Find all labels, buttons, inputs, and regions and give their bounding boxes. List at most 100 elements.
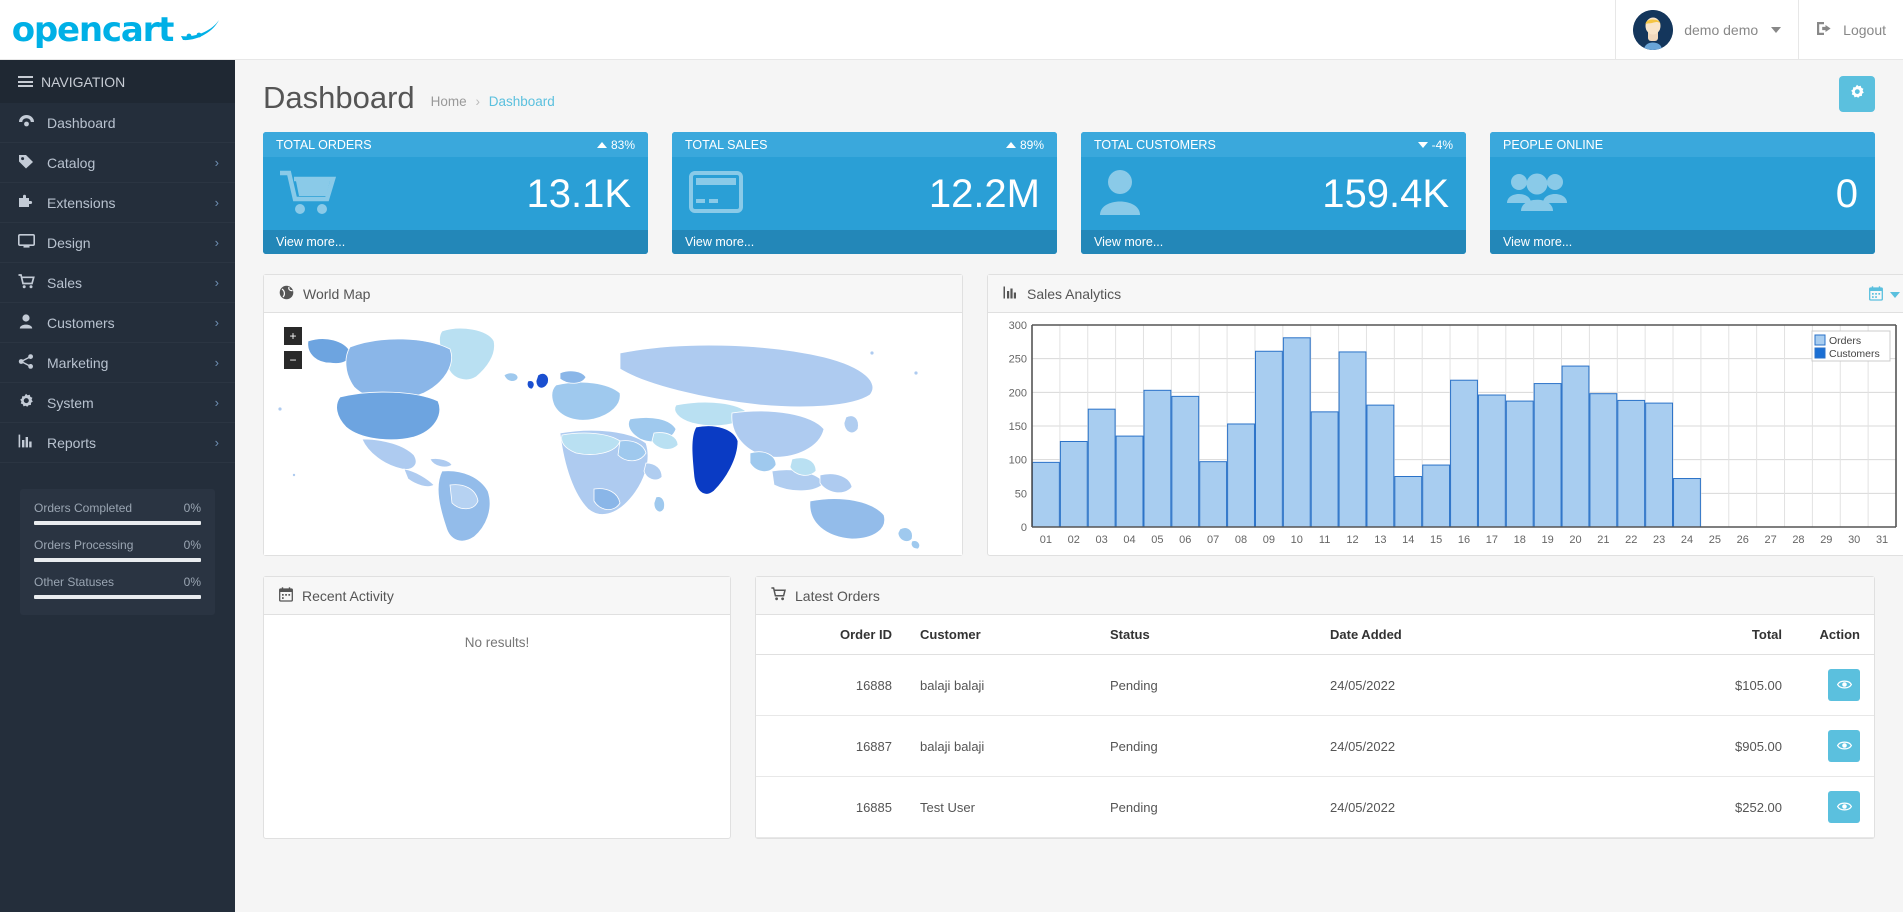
- breadcrumb-home[interactable]: Home: [431, 94, 467, 109]
- svg-text:Customers: Customers: [1829, 348, 1880, 360]
- svg-text:01: 01: [1040, 534, 1052, 546]
- tile-body: 0: [1490, 157, 1875, 230]
- tile-footer-link[interactable]: View more...: [1081, 230, 1466, 254]
- user-menu[interactable]: demo demo: [1615, 0, 1798, 60]
- puzzle-icon: [16, 194, 36, 212]
- svg-text:25: 25: [1709, 534, 1721, 546]
- svg-text:250: 250: [1009, 354, 1027, 366]
- bar-chart-icon: [16, 434, 36, 451]
- tile-footer-link[interactable]: View more...: [263, 230, 648, 254]
- shopping-cart-icon: [771, 587, 786, 604]
- table-row[interactable]: 16888 balaji balaji Pending 24/05/2022 $…: [756, 654, 1874, 716]
- view-order-button[interactable]: [1828, 730, 1860, 762]
- chevron-right-icon: ›: [214, 195, 219, 210]
- tile-value: 0: [1835, 171, 1858, 216]
- navigation-title: NAVIGATION: [0, 60, 235, 103]
- user-name-label: demo demo: [1684, 22, 1759, 38]
- svg-text:09: 09: [1263, 534, 1275, 546]
- table-row[interactable]: 16887 balaji balaji Pending 24/05/2022 $…: [756, 715, 1874, 777]
- tile-total-sales[interactable]: TOTAL SALES 89% 12.2M View more...: [672, 132, 1057, 254]
- progress-label: Orders Processing: [34, 538, 134, 552]
- sidebar-item-sales[interactable]: Sales ›: [0, 263, 235, 303]
- cell-total: $905.00: [1606, 715, 1796, 777]
- trend-down-icon: [1417, 141, 1428, 148]
- svg-text:15: 15: [1430, 534, 1442, 546]
- sales-analytics-chart[interactable]: 0 50 100 150 200 250 300 01 02 03 04 05 06 07 08 09 10 11…: [998, 319, 1903, 549]
- chevron-right-icon: ›: [214, 315, 219, 330]
- eye-icon: [1836, 800, 1852, 815]
- tile-total-orders[interactable]: TOTAL ORDERS 83% 13.1K View more...: [263, 132, 648, 254]
- chevron-right-icon: ›: [214, 355, 219, 370]
- eye-icon: [1836, 678, 1852, 693]
- trend-up-icon: [596, 141, 607, 148]
- svg-text:05: 05: [1151, 534, 1163, 546]
- breadcrumb: Home › Dashboard: [431, 94, 555, 109]
- user-icon: [1098, 169, 1142, 218]
- column-header-customer[interactable]: Customer: [906, 615, 1096, 655]
- world-map-body[interactable]: + −: [264, 313, 962, 555]
- globe-icon: [279, 285, 294, 303]
- tile-title: TOTAL SALES: [685, 137, 768, 152]
- sidebar-item-extensions[interactable]: Extensions ›: [0, 183, 235, 223]
- world-map-panel: World Map + −: [263, 274, 963, 556]
- desktop-icon: [16, 234, 36, 251]
- tile-body: 159.4K: [1081, 157, 1466, 230]
- cell-action: [1796, 715, 1874, 777]
- cell-date-added: 24/05/2022: [1316, 715, 1606, 777]
- tile-people-online[interactable]: PEOPLE ONLINE 0 View more...: [1490, 132, 1875, 254]
- column-header-order-id[interactable]: Order ID: [756, 615, 906, 655]
- view-order-button[interactable]: [1828, 791, 1860, 823]
- cell-customer: balaji balaji: [906, 654, 1096, 716]
- sidebar-item-system[interactable]: System ›: [0, 383, 235, 423]
- svg-text:11: 11: [1319, 534, 1330, 546]
- sidebar-item-reports[interactable]: Reports ›: [0, 423, 235, 463]
- svg-text:30: 30: [1848, 534, 1860, 546]
- latest-orders-title: Latest Orders: [795, 587, 880, 604]
- trend-up-icon: [1005, 141, 1016, 148]
- breadcrumb-current[interactable]: Dashboard: [489, 94, 555, 109]
- column-header-status[interactable]: Status: [1096, 615, 1316, 655]
- dashboard-settings-button[interactable]: [1839, 76, 1875, 112]
- column-header-date-added[interactable]: Date Added: [1316, 615, 1606, 655]
- tile-trend: 89%: [1005, 138, 1044, 152]
- svg-text:150: 150: [1009, 421, 1027, 433]
- sidebar-item-customers[interactable]: Customers ›: [0, 303, 235, 343]
- sidebar-item-label: Design: [47, 234, 91, 251]
- logo-text: opencart: [11, 10, 175, 50]
- tile-header: PEOPLE ONLINE: [1490, 132, 1875, 157]
- sales-analytics-panel: Sales Analytics 0 50 100 150 200 250 300 01 02 03…: [987, 274, 1903, 556]
- table-row[interactable]: 16885 Test User Pending 24/05/2022 $252.…: [756, 776, 1874, 838]
- chart-range-dropdown[interactable]: [1869, 286, 1900, 304]
- tile-title: TOTAL ORDERS: [276, 137, 372, 152]
- world-map-svg[interactable]: [264, 313, 962, 553]
- tile-total-customers[interactable]: TOTAL CUSTOMERS -4% 159.4K View more...: [1081, 132, 1466, 254]
- progress-row-orders-processing: Orders Processing 0%: [34, 538, 201, 562]
- cell-date-added: 24/05/2022: [1316, 776, 1606, 838]
- recent-activity-panel: Recent Activity No results!: [263, 576, 731, 839]
- map-zoom-in-button[interactable]: +: [284, 327, 302, 345]
- svg-text:23: 23: [1653, 534, 1665, 546]
- map-zoom-out-button[interactable]: −: [284, 351, 302, 369]
- logout-button[interactable]: Logout: [1798, 0, 1903, 60]
- tile-header: TOTAL SALES 89%: [672, 132, 1057, 157]
- sidebar-item-dashboard[interactable]: Dashboard: [0, 103, 235, 143]
- view-order-button[interactable]: [1828, 669, 1860, 701]
- tile-footer-link[interactable]: View more...: [672, 230, 1057, 254]
- opencart-logo[interactable]: opencart: [0, 0, 235, 60]
- progress-track: [34, 595, 201, 599]
- chevron-right-icon: ›: [214, 235, 219, 250]
- sidebar-item-marketing[interactable]: Marketing ›: [0, 343, 235, 383]
- tile-value: 12.2M: [928, 171, 1040, 216]
- order-status-progress-box: Orders Completed 0% Orders Processing 0%…: [20, 489, 215, 615]
- svg-text:22: 22: [1625, 534, 1637, 546]
- world-map-panel-header: World Map: [264, 275, 962, 313]
- svg-text:19: 19: [1541, 534, 1553, 546]
- sidebar-item-design[interactable]: Design ›: [0, 223, 235, 263]
- column-header-total[interactable]: Total: [1606, 615, 1796, 655]
- svg-text:04: 04: [1123, 534, 1135, 546]
- svg-text:300: 300: [1009, 320, 1027, 332]
- latest-orders-panel-header: Latest Orders: [756, 577, 1874, 615]
- tile-footer-link[interactable]: View more...: [1490, 230, 1875, 254]
- sidebar-item-catalog[interactable]: Catalog ›: [0, 143, 235, 183]
- cell-customer: Test User: [906, 776, 1096, 838]
